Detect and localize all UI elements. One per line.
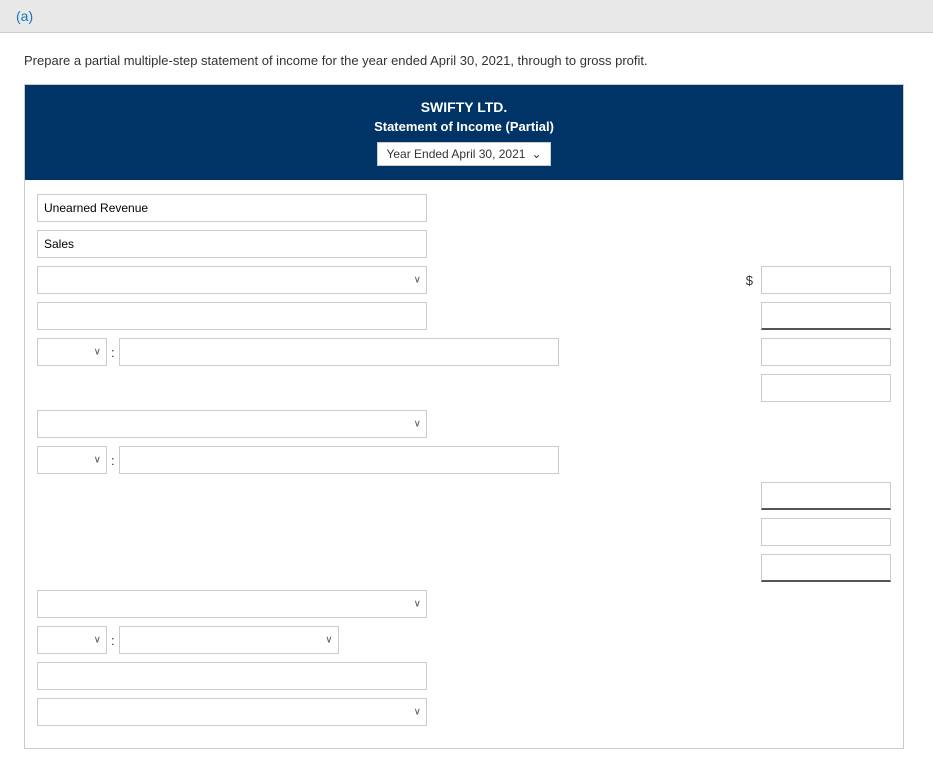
dropdown-colon-dd-select[interactable] — [37, 626, 107, 654]
row-sub-amounts1 — [25, 370, 903, 406]
colon-input-1[interactable] — [119, 338, 559, 366]
colon-2: : — [111, 453, 115, 468]
dollar-sign-1: $ — [746, 273, 753, 288]
dropdown4-select[interactable] — [37, 698, 427, 726]
content-area: Prepare a partial multiple-step statemen… — [0, 33, 933, 769]
amount-input-3[interactable] — [761, 338, 891, 366]
dropdown-colon-dd2-select[interactable] — [119, 626, 339, 654]
statement-header: SWIFTY LTD. Statement of Income (Partial… — [25, 85, 903, 180]
dropdown2-wrapper[interactable] — [37, 410, 427, 438]
row-dropdown3 — [25, 586, 903, 622]
row-dropdown-colon2: : — [25, 442, 903, 478]
row-right-amounts1 — [25, 478, 903, 586]
date-dropdown-wrapper[interactable]: Year Ended April 30, 2021 ⌄ — [377, 142, 550, 166]
dropdown-colon1-select-wrapper[interactable] — [37, 338, 107, 366]
unearned-revenue-input[interactable] — [37, 194, 427, 222]
dropdown-colon2-select[interactable] — [37, 446, 107, 474]
row-unearned-revenue — [25, 190, 903, 226]
row-sales — [25, 226, 903, 262]
date-label: Year Ended April 30, 2021 — [386, 147, 525, 161]
dropdown4-wrapper[interactable] — [37, 698, 427, 726]
colon-1: : — [111, 345, 115, 360]
row-dropdown-colon-dropdown: : — [25, 622, 903, 658]
dropdown-colon-dd2-select-wrapper[interactable] — [119, 626, 339, 654]
amount-input-4[interactable] — [761, 374, 891, 402]
row-dropdown1: $ — [25, 262, 903, 298]
row-input-wide1 — [25, 298, 903, 334]
row-dropdown-colon1: : — [25, 334, 903, 370]
row-input-wide2 — [25, 658, 903, 694]
dropdown-colon1-select[interactable] — [37, 338, 107, 366]
row-dropdown4 — [25, 694, 903, 738]
colon-input-2[interactable] — [119, 446, 559, 474]
statement-body: $ : — [25, 180, 903, 748]
row-dropdown2 — [25, 406, 903, 442]
amount-input-right1[interactable] — [761, 482, 891, 510]
dropdown3-wrapper[interactable] — [37, 590, 427, 618]
dropdown3-select[interactable] — [37, 590, 427, 618]
dropdown-colon2-select-wrapper[interactable] — [37, 446, 107, 474]
wide-input-2[interactable] — [37, 662, 427, 690]
section-label-text: (a) — [16, 8, 33, 24]
amount-input-2[interactable] — [761, 302, 891, 330]
sales-input[interactable] — [37, 230, 427, 258]
dropdown1-wrapper[interactable] — [37, 266, 427, 294]
dropdown2-select[interactable] — [37, 410, 427, 438]
statement-title: Statement of Income (Partial) — [35, 119, 893, 134]
company-name: SWIFTY LTD. — [35, 99, 893, 115]
dropdown-colon-dd-select-wrapper[interactable] — [37, 626, 107, 654]
colon-3: : — [111, 633, 115, 648]
amount-input-right2[interactable] — [761, 518, 891, 546]
instruction-text: Prepare a partial multiple-step statemen… — [24, 53, 909, 68]
statement-container: SWIFTY LTD. Statement of Income (Partial… — [24, 84, 904, 749]
amount-input-right3[interactable] — [761, 554, 891, 582]
wide-input-1[interactable] — [37, 302, 427, 330]
dropdown1-select[interactable] — [37, 266, 427, 294]
amount-input-1[interactable] — [761, 266, 891, 294]
section-label-bar: (a) — [0, 0, 933, 33]
chevron-down-icon: ⌄ — [531, 147, 541, 161]
